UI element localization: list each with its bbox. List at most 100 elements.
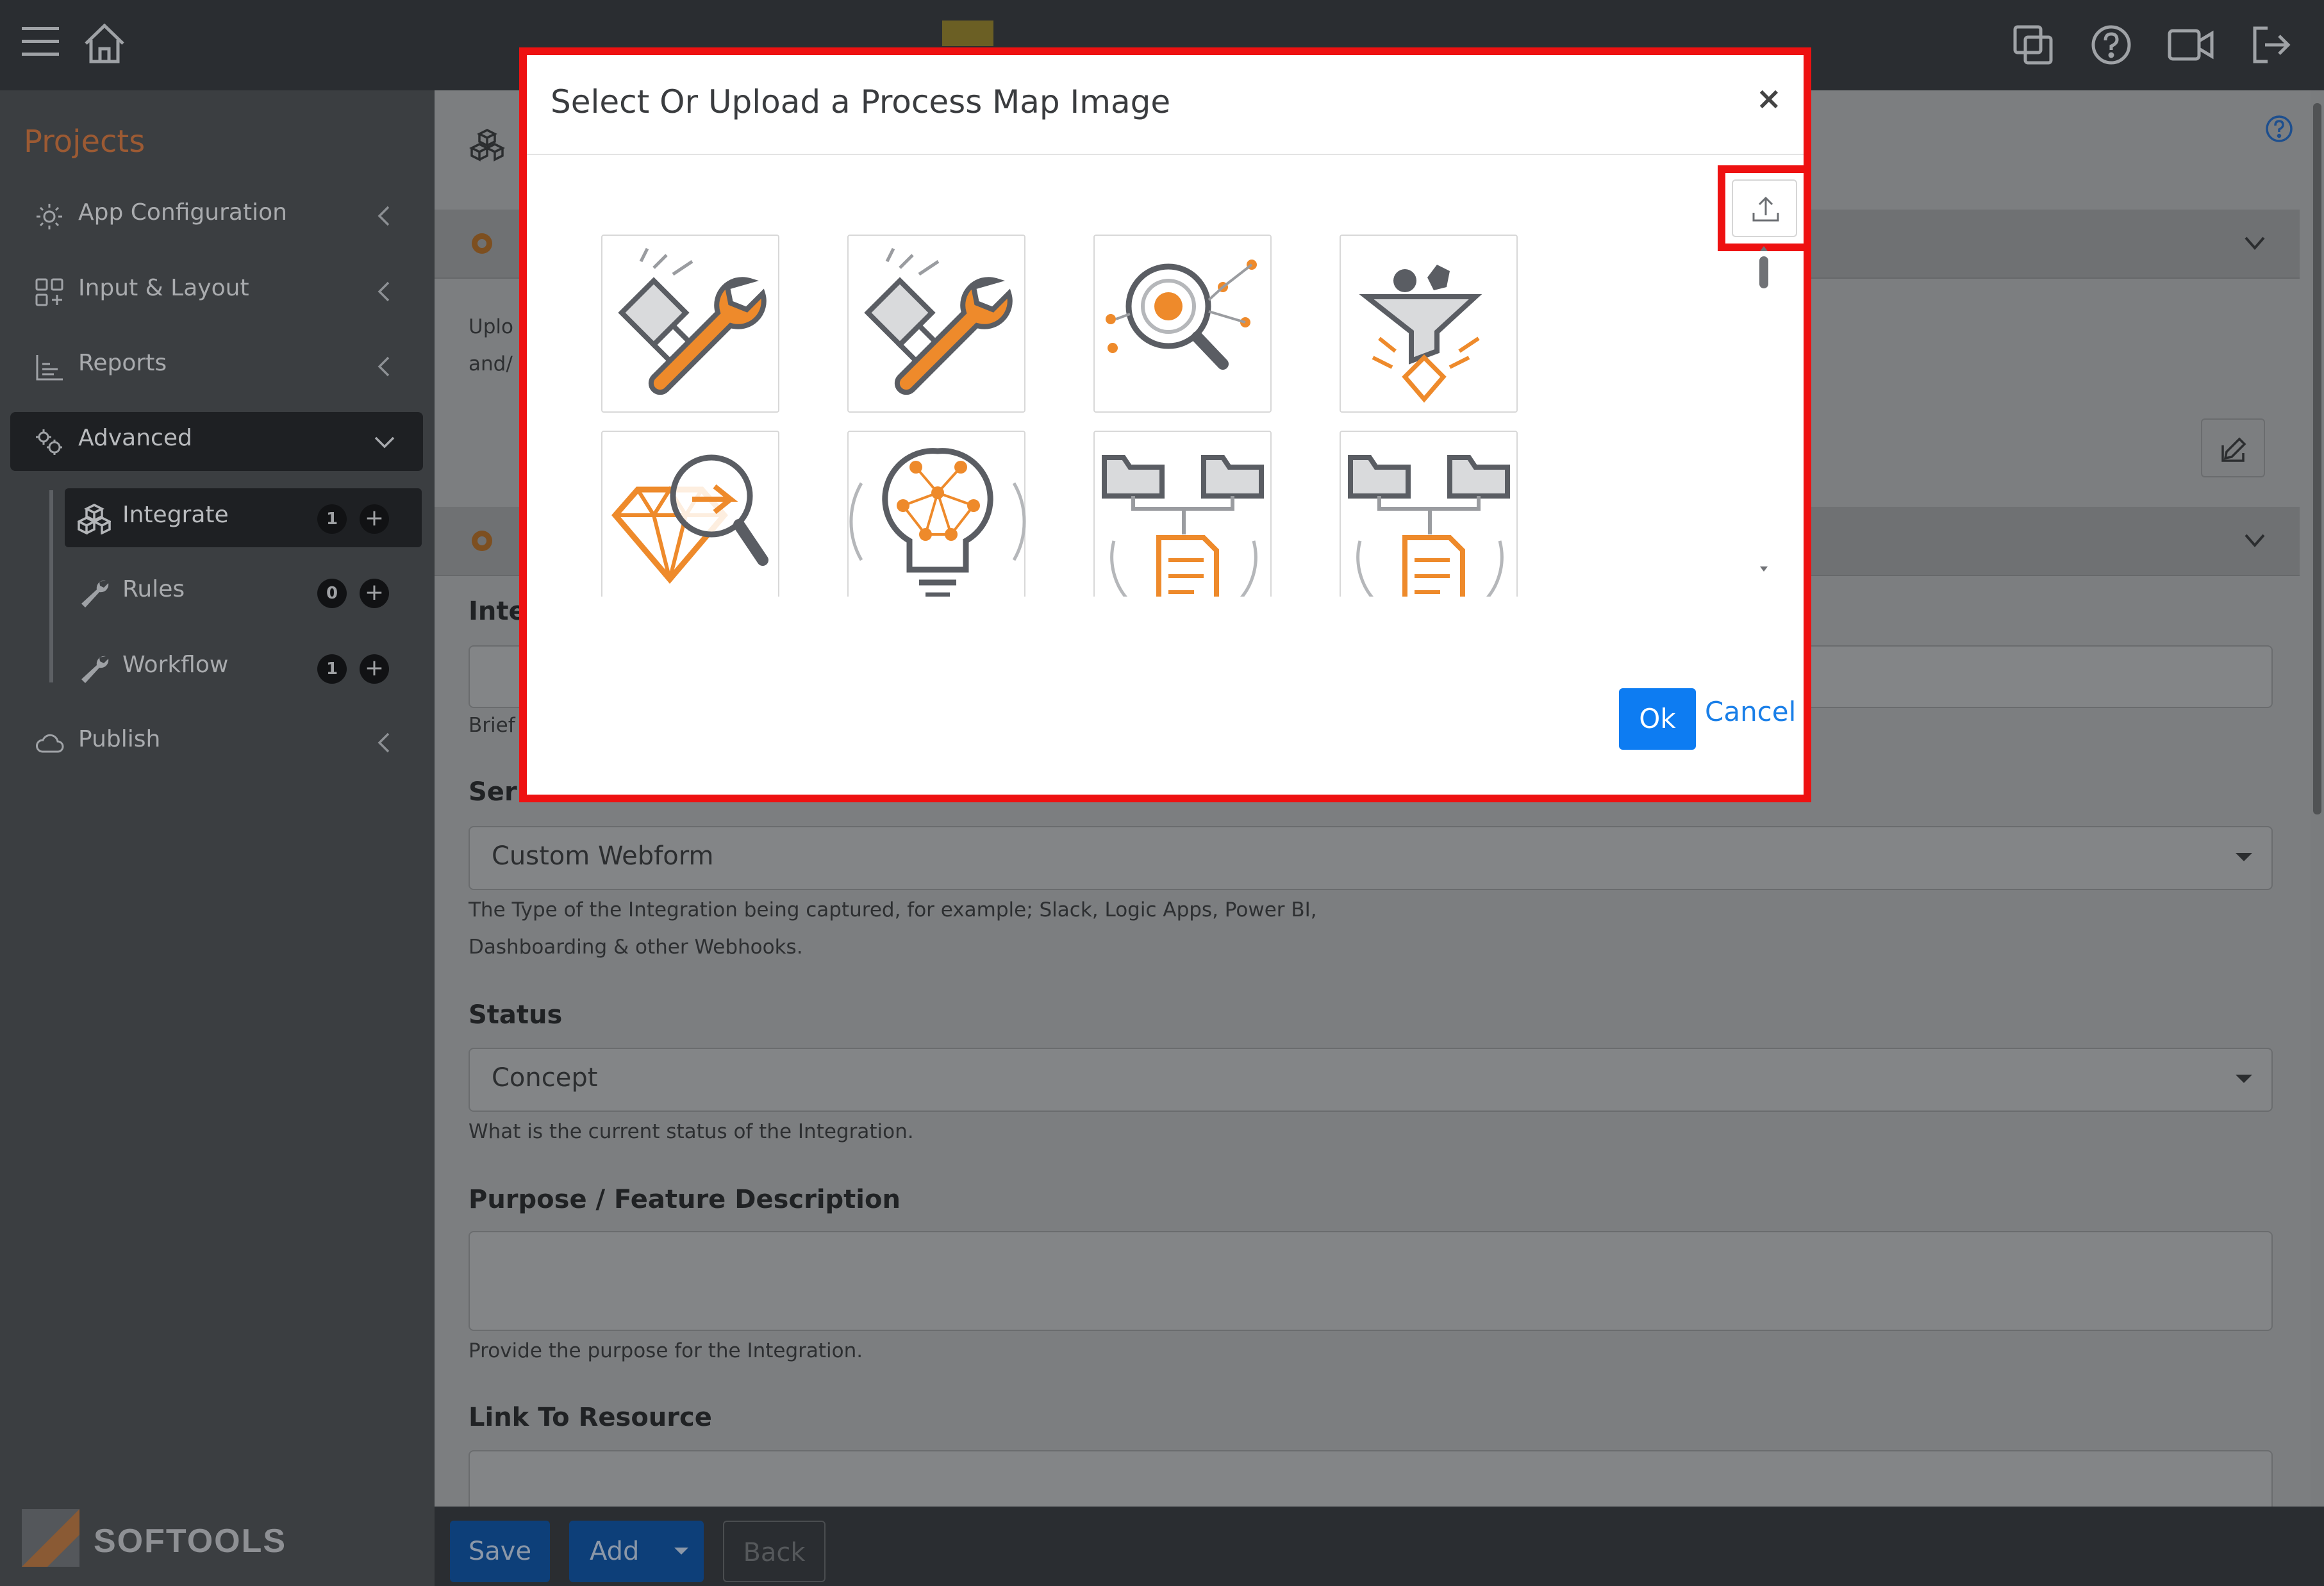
status-selected-value: Concept — [492, 1063, 598, 1093]
page-scrollbar[interactable] — [2311, 90, 2324, 1507]
softools-logo-icon — [22, 1509, 79, 1567]
windows-icon[interactable] — [2013, 24, 2054, 65]
sidebar-subitem-workflow[interactable]: Workflow 1 + — [65, 638, 422, 697]
help-text: Uplo — [469, 315, 513, 338]
hamburger-menu-icon[interactable] — [22, 26, 59, 58]
caret-down-icon — [2236, 853, 2252, 861]
cubes-icon — [469, 129, 505, 161]
chevron-left-icon — [378, 206, 390, 226]
process-map-image-modal: Select Or Upload a Process Map Image × O… — [519, 47, 1811, 802]
folders-document-icon — [1348, 455, 1510, 597]
help-icon[interactable] — [2265, 115, 2293, 143]
video-camera-icon[interactable] — [2168, 28, 2214, 62]
bar-chart-icon — [36, 355, 63, 381]
sidebar-item-label: Rules — [122, 576, 185, 602]
diamond-magnifier-icon — [611, 454, 768, 584]
help-text: and/ — [469, 352, 513, 376]
brand-name: SOFTOOLS — [94, 1523, 287, 1560]
link-resource-field[interactable] — [469, 1450, 2273, 1507]
add-integrate-button[interactable]: + — [360, 504, 389, 534]
sidebar-item-label: Input & Layout — [78, 275, 249, 301]
save-button[interactable]: Save — [450, 1521, 550, 1582]
folders-document-icon — [1102, 455, 1264, 597]
bottom-action-bar: Save Add Back — [435, 1507, 2324, 1586]
close-button[interactable]: × — [1756, 81, 1782, 117]
gallery-item-diamond-magnifier[interactable] — [601, 431, 779, 597]
edit-image-button[interactable] — [2201, 418, 2265, 477]
help-circle-icon[interactable] — [2091, 24, 2132, 65]
service-help-text: Dashboarding & other Webhooks. — [469, 936, 803, 959]
ok-button[interactable]: Ok — [1619, 688, 1696, 750]
sidebar-item-label: Integrate — [122, 502, 229, 528]
status-help-text: What is the current status of the Integr… — [469, 1120, 914, 1143]
back-button[interactable]: Back — [723, 1521, 826, 1582]
chevron-left-icon — [378, 281, 390, 302]
purpose-help-text: Provide the purpose for the Integration. — [469, 1339, 863, 1362]
cubes-icon — [78, 504, 111, 534]
sidebar: Projects App Configuration Input & Layou… — [0, 90, 435, 1586]
service-help-text: The Type of the Integration being captur… — [469, 898, 1317, 921]
gears-icon — [36, 429, 62, 455]
purpose-textarea[interactable] — [469, 1231, 2273, 1331]
gallery-item-wrench-hand[interactable] — [601, 235, 779, 413]
count-badge: 0 — [317, 579, 347, 608]
add-button[interactable]: Add — [569, 1521, 704, 1582]
lightbulb-network-icon — [849, 448, 1026, 597]
magnifier-network-icon — [1106, 260, 1257, 370]
gallery-item-lightbulb-network[interactable] — [847, 431, 1026, 597]
gallery-item-wrench-hand[interactable] — [847, 235, 1025, 413]
scrollbar-thumb[interactable] — [2313, 103, 2321, 814]
home-icon[interactable] — [82, 22, 127, 65]
gallery-item-folders-document[interactable] — [1340, 431, 1518, 597]
wrench-icon — [81, 580, 109, 607]
sidebar-item-reports[interactable]: Reports — [10, 337, 423, 396]
app-logo-icon — [942, 21, 993, 46]
chevron-down-icon — [2245, 236, 2265, 251]
gallery-item-magnifier-network[interactable] — [1093, 235, 1272, 413]
gallery-item-funnel-diamond[interactable] — [1340, 235, 1518, 413]
wrench-hand-icon — [618, 247, 767, 395]
sidebar-subitem-integrate[interactable]: Integrate 1 + — [65, 488, 422, 547]
cancel-link[interactable]: Cancel — [1705, 696, 1796, 727]
funnel-diamond-icon — [1359, 265, 1482, 403]
gear-icon — [472, 531, 492, 551]
gallery-item-folders-document[interactable] — [1093, 431, 1272, 597]
projects-title[interactable]: Projects — [24, 124, 145, 160]
link-resource-label: Link To Resource — [469, 1403, 712, 1432]
modal-divider — [527, 154, 1804, 155]
sidebar-item-advanced[interactable]: Advanced — [10, 412, 423, 471]
submenu-indicator — [49, 490, 53, 682]
chevron-down-icon — [2245, 534, 2265, 548]
chevron-left-icon — [378, 732, 390, 753]
add-workflow-button[interactable]: + — [360, 654, 389, 684]
caret-down-icon[interactable] — [674, 1548, 688, 1555]
sidebar-item-label: Publish — [78, 726, 161, 752]
caret-down-icon — [2236, 1075, 2252, 1083]
service-select[interactable]: Custom Webform — [469, 826, 2273, 890]
integration-name-label: Inte — [469, 597, 526, 626]
sidebar-item-publish[interactable]: Publish — [10, 713, 423, 772]
modal-title: Select Or Upload a Process Map Image — [551, 83, 1171, 120]
count-badge: 1 — [317, 504, 347, 534]
sidebar-item-label: Workflow — [122, 652, 229, 678]
sidebar-item-label: App Configuration — [78, 199, 287, 226]
chevron-down-icon — [374, 436, 395, 449]
upload-icon — [1752, 196, 1779, 222]
gallery-scrollbar[interactable] — [1756, 245, 1772, 604]
service-label: Ser — [469, 777, 517, 807]
sidebar-item-input-layout[interactable]: Input & Layout — [10, 262, 423, 321]
wrench-hand-icon — [864, 247, 1013, 395]
sidebar-item-app-configuration[interactable]: App Configuration — [10, 186, 423, 245]
add-rule-button[interactable]: + — [360, 579, 389, 608]
status-label: Status — [469, 1000, 563, 1030]
help-text: Brief — [469, 714, 515, 737]
status-select[interactable]: Concept — [469, 1048, 2273, 1112]
purpose-label: Purpose / Feature Description — [469, 1185, 901, 1214]
sidebar-subitem-rules[interactable]: Rules 0 + — [65, 563, 422, 622]
chevron-left-icon — [378, 356, 390, 377]
upload-image-button[interactable] — [1718, 165, 1811, 251]
cloud-icon — [36, 734, 64, 753]
wrench-icon — [81, 656, 109, 683]
sidebar-item-label: Advanced — [78, 425, 192, 451]
logout-icon[interactable] — [2251, 26, 2292, 64]
